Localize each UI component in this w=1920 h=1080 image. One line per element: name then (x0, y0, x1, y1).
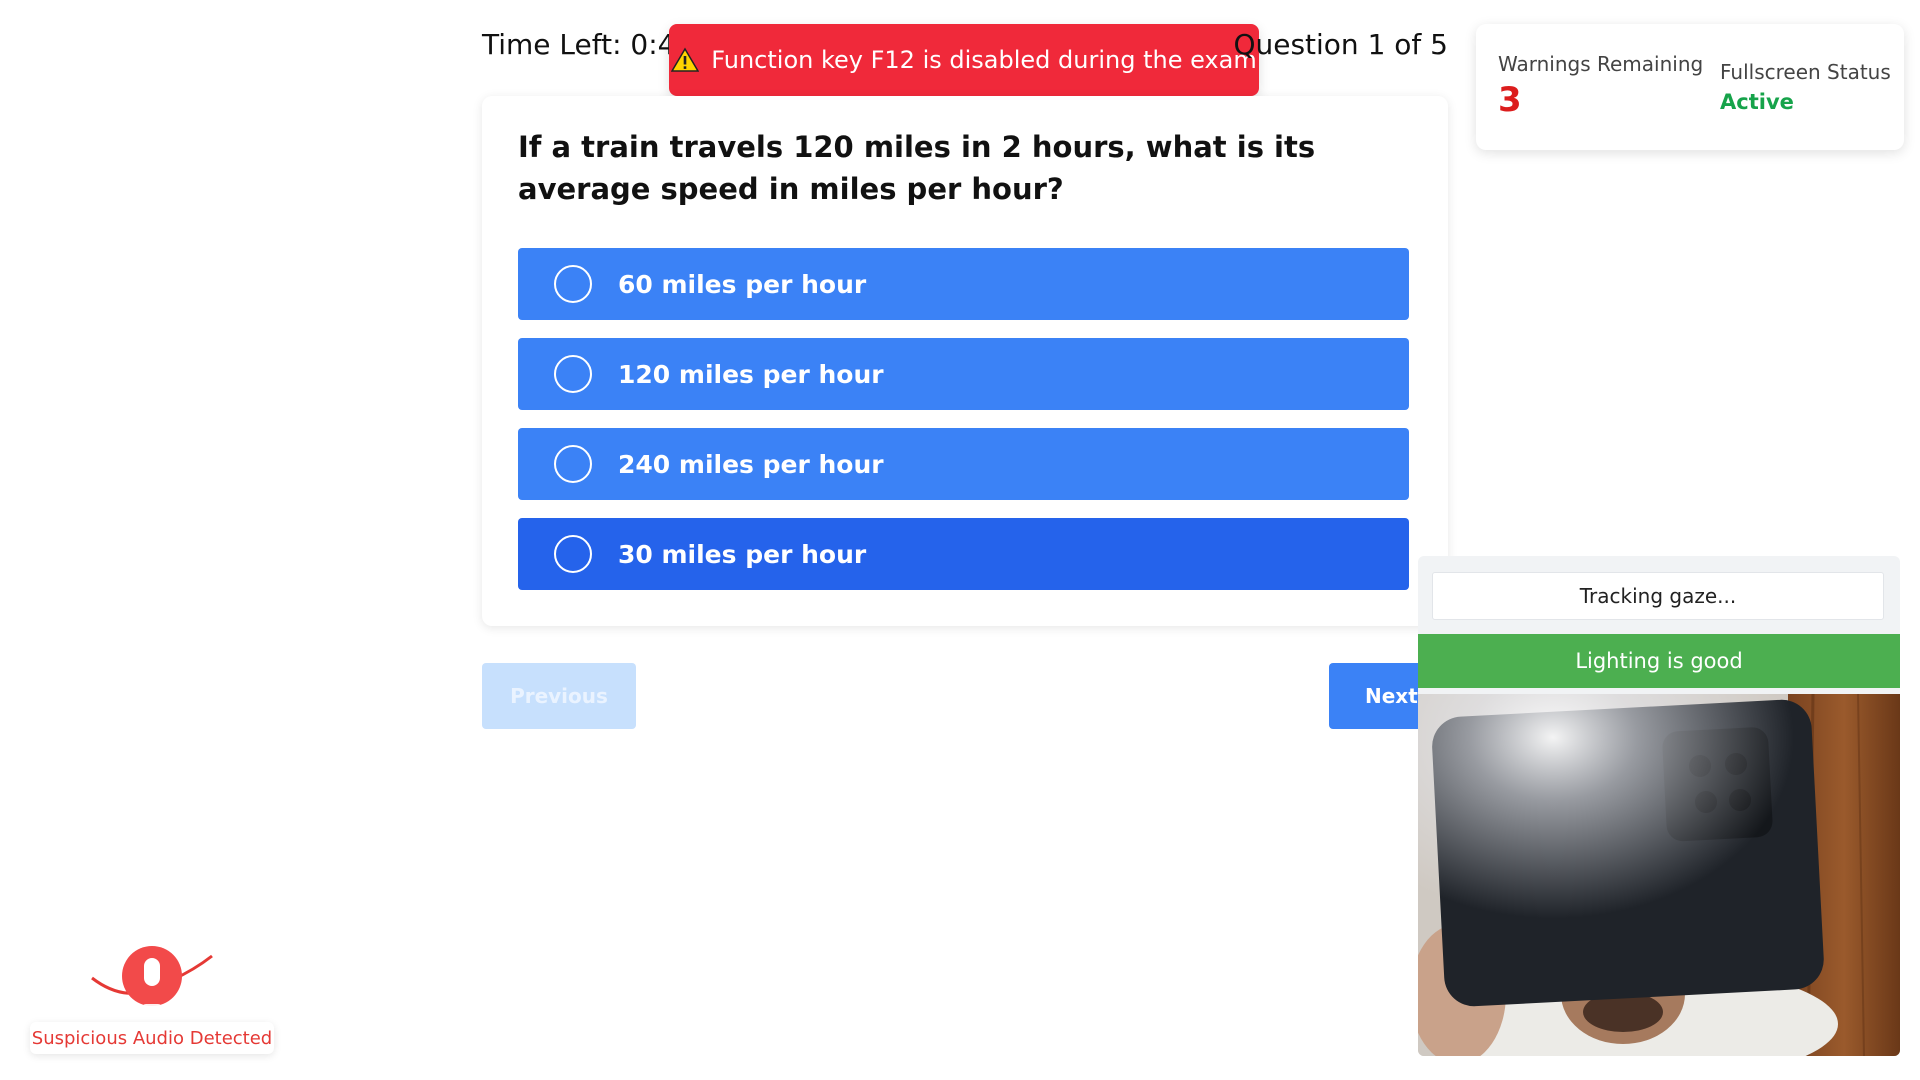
lighting-status: Lighting is good (1418, 634, 1900, 688)
previous-button[interactable]: Previous (482, 663, 636, 729)
suspicious-audio-indicator (88, 944, 218, 1020)
f12-disabled-toast: Function key F12 is disabled during the … (669, 24, 1259, 96)
question-card: If a train travels 120 miles in 2 hours,… (482, 96, 1448, 626)
answer-option-3[interactable]: 240 miles per hour (518, 428, 1409, 500)
timer: Time Left: 0:45 (482, 28, 694, 61)
radio-circle-icon[interactable] (554, 535, 592, 573)
warnings-remaining-label: Warnings Remaining (1498, 52, 1704, 76)
answer-option-label: 120 miles per hour (618, 359, 884, 389)
webcam-proctor-widget: Tracking gaze... Lighting is good (1418, 556, 1900, 1056)
toast-message: Function key F12 is disabled during the … (711, 46, 1257, 74)
answer-option-2[interactable]: 120 miles per hour (518, 338, 1409, 410)
warnings-remaining-value: 3 (1498, 80, 1522, 120)
radio-circle-icon[interactable] (554, 355, 592, 393)
answer-option-label: 60 miles per hour (618, 269, 867, 299)
fullscreen-status-value: Active (1720, 90, 1794, 114)
radio-circle-icon[interactable] (554, 265, 592, 303)
gaze-tracking-status: Tracking gaze... (1432, 572, 1884, 620)
radio-circle-icon[interactable] (554, 445, 592, 483)
warning-icon (671, 47, 700, 72)
exam-status-panel: Warnings Remaining 3 Fullscreen Status A… (1476, 24, 1904, 150)
answer-option-label: 30 miles per hour (618, 539, 867, 569)
question-counter: Question 1 of 5 (1233, 28, 1448, 61)
fullscreen-status-label: Fullscreen Status (1720, 60, 1891, 84)
camera-feed-image (1418, 694, 1900, 1056)
answer-option-4[interactable]: 30 miles per hour (518, 518, 1409, 590)
microphone-icon (91, 946, 213, 1012)
question-text: If a train travels 120 miles in 2 hours,… (518, 130, 1316, 206)
camera-feed (1418, 694, 1900, 1056)
answer-option-label: 240 miles per hour (618, 449, 884, 479)
answer-option-1[interactable]: 60 miles per hour (518, 248, 1409, 320)
suspicious-audio-alert: Suspicious Audio Detected (30, 1022, 274, 1054)
